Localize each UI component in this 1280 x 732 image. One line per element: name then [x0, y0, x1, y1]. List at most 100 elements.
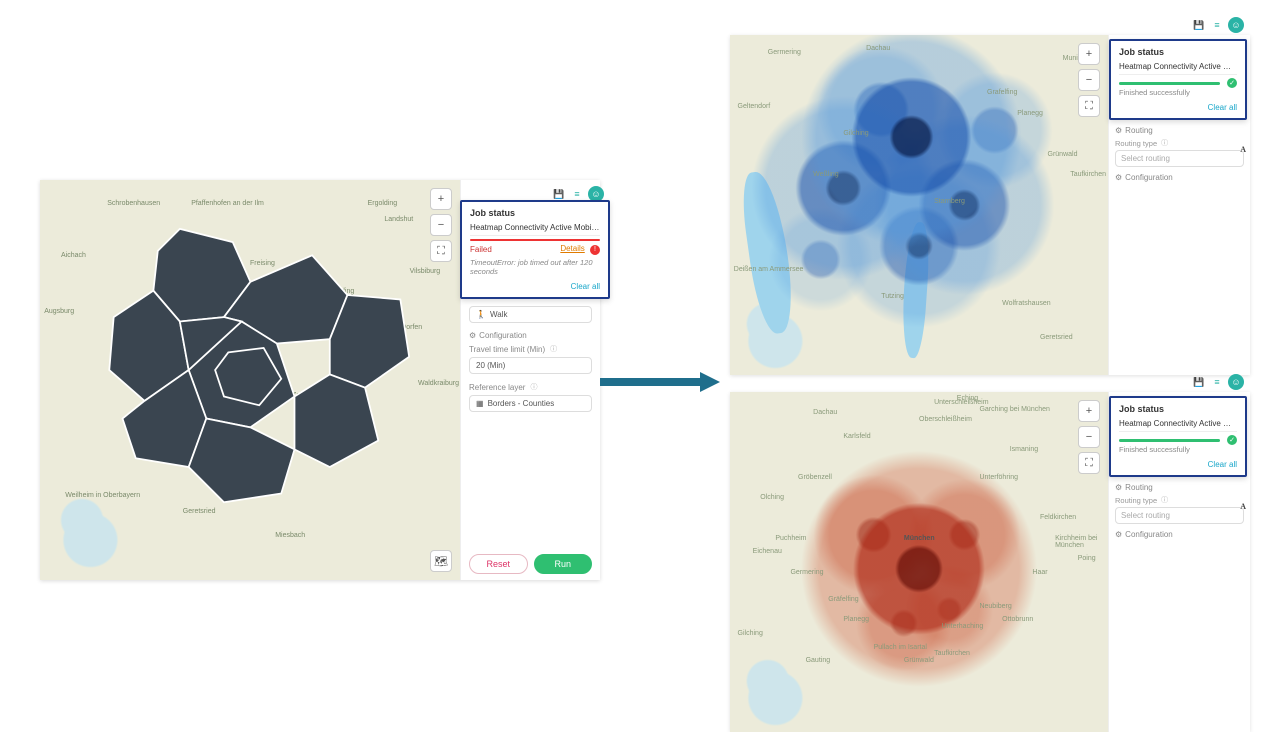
place-label: Zorneding	[292, 392, 324, 399]
place-label: Pfaffenhofen an der Ilm	[191, 200, 264, 207]
right-bottom-app-window: Dachau Karlsfeld Oberschleißheim Untersc…	[730, 392, 1250, 732]
layers-icon[interactable]: ≡	[1210, 18, 1224, 32]
left-map[interactable]: Schrobenhausen Pfaffenhofen an der Ilm E…	[40, 180, 460, 580]
gear-icon: ⚙	[1115, 483, 1122, 492]
job-name: Heatmap Connectivity Active Mobili…	[1119, 62, 1237, 75]
lake-shape	[738, 169, 798, 336]
place-label: Schrobenhausen	[107, 200, 160, 207]
avatar-icon[interactable]: ☺	[1228, 17, 1244, 33]
job-details-link[interactable]: Details	[560, 244, 584, 253]
avatar-icon[interactable]: ☺	[1228, 374, 1244, 390]
place-label: Grünwald	[904, 657, 934, 664]
place-label: Geltendorf	[738, 103, 771, 110]
right-top-map[interactable]: Germering Dachau Munich Grafelfing Plane…	[730, 35, 1108, 375]
right-top-sidebar: 💾 ≡ ☺ Job status Heatmap Connectivity Ac…	[1108, 35, 1250, 375]
gear-icon: ⚙	[1115, 126, 1122, 135]
place-label: Dachau	[866, 45, 890, 52]
place-label: Geretsried	[1040, 334, 1073, 341]
zoom-in-button[interactable]: +	[1078, 400, 1100, 422]
place-label: Gräfelfing	[828, 596, 858, 603]
place-label: Eichenau	[753, 548, 782, 555]
fullscreen-button[interactable]: ⛶	[1078, 95, 1100, 117]
text-tool-icon[interactable]: A	[1240, 502, 1246, 511]
place-label: Ottobrunn	[1002, 616, 1033, 623]
routing-type-select[interactable]: Select routing	[1115, 507, 1244, 524]
place-label: Planegg	[843, 616, 869, 623]
gear-icon: ⚙	[469, 331, 476, 340]
place-label: Ismaning	[1010, 446, 1038, 453]
place-label: Eching	[957, 395, 978, 402]
place-label: Freising	[250, 260, 275, 267]
reference-layer-field[interactable]: ▦ Borders - Counties	[469, 395, 592, 412]
job-status-header: Job status	[470, 208, 600, 218]
map-controls: + − ⛶	[1078, 43, 1100, 117]
place-label: Oberschleißheim	[919, 416, 972, 423]
routing-header: ⚙ Routing	[1115, 126, 1244, 135]
routing-mode-value: Walk	[490, 310, 507, 319]
travel-time-label: Travel time limit (Min)	[469, 344, 592, 354]
place-label: Grünwald	[1048, 151, 1078, 158]
job-status-label: Finished successfully	[1119, 445, 1237, 454]
config-header: ⚙ Configuration	[1115, 530, 1244, 539]
job-status-label: Finished successfully	[1119, 88, 1237, 97]
zoom-in-button[interactable]: +	[1078, 43, 1100, 65]
right-bottom-icons: 💾 ≡ ☺	[1192, 374, 1244, 392]
place-label: Kirchheim bei München	[1055, 535, 1108, 549]
text-tool-icon[interactable]: A	[1240, 145, 1246, 154]
zoom-out-button[interactable]: −	[430, 214, 452, 236]
fullscreen-button[interactable]: ⛶	[1078, 452, 1100, 474]
grid-icon: ▦	[476, 399, 484, 408]
routing-type-select[interactable]: Select routing	[1115, 150, 1244, 167]
left-job-status-popover: Job status Heatmap Connectivity Active M…	[460, 200, 610, 299]
layers-icon[interactable]: ≡	[570, 187, 584, 201]
success-check-icon: ✓	[1227, 435, 1237, 445]
zoom-out-button[interactable]: −	[1078, 69, 1100, 91]
place-label: Miesbach	[275, 532, 305, 539]
place-label: Waldkraiburg	[418, 380, 459, 387]
map-controls: + − ⛶	[430, 188, 452, 262]
place-label: Aichach	[61, 252, 86, 259]
save-icon[interactable]: 💾	[1192, 375, 1206, 389]
clear-all-link[interactable]: Clear all	[1119, 460, 1237, 469]
place-label: Erding	[334, 288, 354, 295]
routing-type-label: Routing type	[1115, 495, 1244, 505]
place-label: Weßling	[813, 171, 839, 178]
heatmap-red-overlay	[730, 392, 1108, 732]
place-label: Germering	[790, 569, 823, 576]
place-label: Fürstenfeldbruck	[116, 364, 168, 371]
routing-mode-field[interactable]: 🚶 Walk	[469, 306, 592, 323]
place-label-munich: Munich	[225, 380, 248, 387]
zoom-in-button[interactable]: +	[430, 188, 452, 210]
layers-icon[interactable]: ≡	[1210, 375, 1224, 389]
place-label: Weilheim in Oberbayern	[65, 492, 140, 499]
zoom-out-button[interactable]: −	[1078, 426, 1100, 448]
place-label: Taufkirchen	[1070, 171, 1106, 178]
travel-time-field[interactable]: 20 (Min)	[469, 357, 592, 374]
place-label: Karlsfeld	[843, 433, 870, 440]
place-label: Dachau	[166, 308, 190, 315]
clear-all-link[interactable]: Clear all	[470, 282, 600, 291]
basemap-toggle-button[interactable]: 🗺	[430, 550, 452, 572]
success-check-icon: ✓	[1227, 78, 1237, 88]
save-icon[interactable]: 💾	[1192, 18, 1206, 32]
fullscreen-button[interactable]: ⛶	[430, 240, 452, 262]
place-label: Ergolding	[368, 200, 398, 207]
routing-header: ⚙ Routing	[1115, 483, 1244, 492]
reset-button[interactable]: Reset	[469, 554, 528, 574]
run-button[interactable]: Run	[534, 554, 593, 574]
place-label: Ebersberg	[334, 404, 366, 411]
place-label: Planegg	[1017, 110, 1043, 117]
save-icon[interactable]: 💾	[552, 187, 566, 201]
right-bottom-map[interactable]: Dachau Karlsfeld Oberschleißheim Untersc…	[730, 392, 1108, 732]
right-bottom-job-status-popover: Job status Heatmap Connectivity Active M…	[1109, 396, 1247, 477]
place-label: Wolfratshausen	[1002, 300, 1051, 307]
place-label: Dorfen	[401, 324, 422, 331]
place-label: Olching	[760, 494, 784, 501]
place-label: Neubiberg	[979, 603, 1011, 610]
job-name: Heatmap Connectivity Active Mobili…	[1119, 419, 1237, 432]
place-label: Garching bei München	[979, 406, 1049, 413]
place-label: Unterföhring	[979, 474, 1018, 481]
clear-all-link[interactable]: Clear all	[1119, 103, 1237, 112]
right-bottom-sidebar: 💾 ≡ ☺ Job status Heatmap Connectivity Ac…	[1108, 392, 1250, 732]
error-dot-icon: !	[590, 245, 600, 255]
